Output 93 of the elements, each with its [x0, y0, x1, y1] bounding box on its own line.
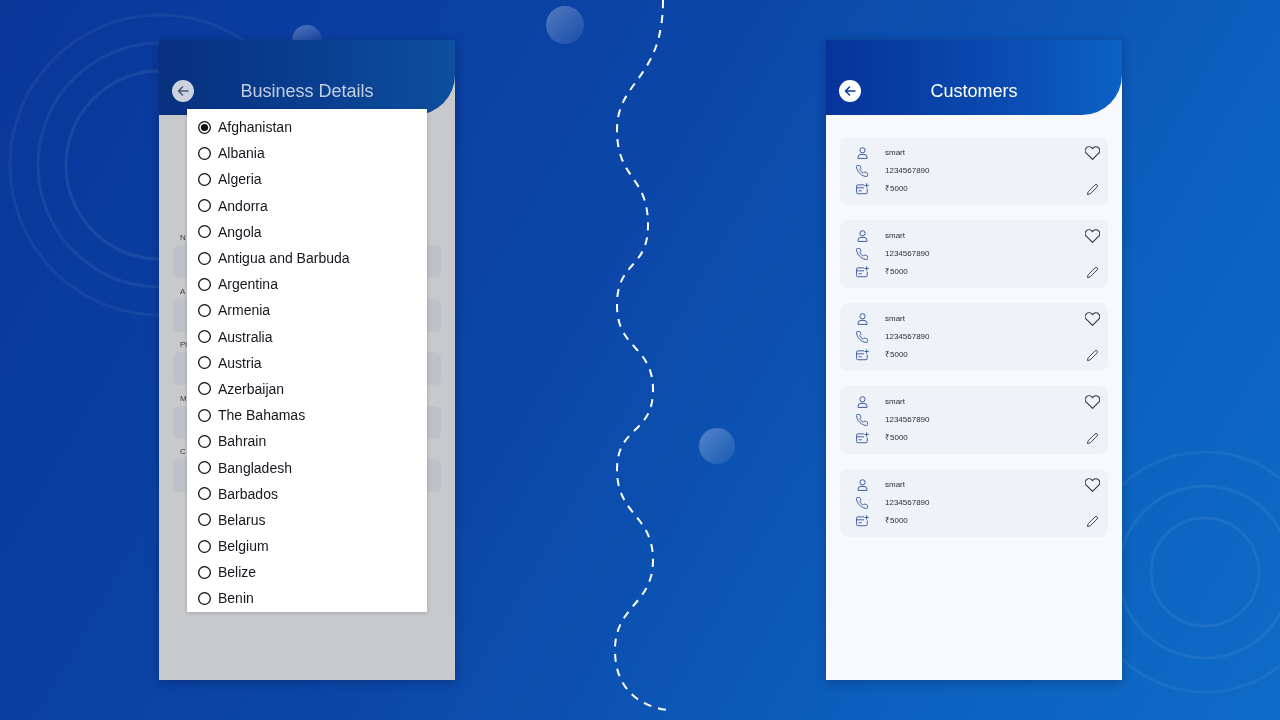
radio-icon[interactable]	[197, 565, 211, 579]
customer-card[interactable]: smart 1234567890 ₹5000	[840, 303, 1108, 371]
screen-title: Customers	[930, 80, 1018, 102]
radio-icon[interactable]	[197, 434, 211, 448]
radio-icon[interactable]	[197, 120, 211, 134]
country-option[interactable]: Afghanistan	[187, 114, 427, 141]
heart-icon[interactable]	[1084, 146, 1100, 160]
radio-icon[interactable]	[197, 225, 211, 239]
customer-card[interactable]: smart 1234567890 ₹5000	[840, 386, 1108, 454]
amount-text: ₹5000	[885, 350, 908, 360]
decor-bubble	[292, 25, 322, 40]
country-option[interactable]: Algeria	[187, 166, 427, 193]
customer-name: smart	[885, 148, 905, 158]
country-option[interactable]: Bahrain	[187, 428, 427, 455]
radio-icon[interactable]	[197, 172, 211, 186]
country-option[interactable]: Benin	[187, 585, 427, 612]
person-icon	[856, 479, 868, 491]
country-option[interactable]: Argentina	[187, 271, 427, 298]
pencil-icon[interactable]	[1086, 515, 1098, 527]
wallet-icon	[855, 515, 869, 527]
wallet-icon	[855, 432, 869, 444]
country-option[interactable]: Azerbaijan	[187, 375, 427, 403]
radio-icon[interactable]	[197, 199, 211, 213]
country-option[interactable]: Angola	[187, 218, 427, 245]
country-option[interactable]: Andorra	[187, 192, 427, 219]
form-label: N	[180, 233, 186, 243]
customer-card[interactable]: smart 1234567890 ₹5000	[840, 469, 1108, 537]
country-option[interactable]: The Bahamas	[187, 402, 427, 429]
country-option[interactable]: Barbados	[187, 480, 427, 507]
wallet-icon	[855, 349, 869, 361]
country-option[interactable]: Belize	[187, 559, 427, 586]
phone-number: 1234567890	[885, 166, 930, 176]
person-icon	[856, 147, 868, 159]
radio-icon[interactable]	[197, 146, 211, 160]
form-label: C	[180, 447, 186, 457]
country-option[interactable]: Belgium	[187, 533, 427, 560]
decor-bubble	[699, 428, 735, 464]
person-icon	[856, 230, 868, 242]
pencil-icon[interactable]	[1086, 183, 1098, 195]
person-icon	[856, 396, 868, 408]
form-label: Pl	[180, 340, 188, 350]
pencil-icon[interactable]	[1086, 266, 1098, 278]
radio-icon[interactable]	[197, 382, 211, 396]
form-label: M	[180, 393, 187, 404]
country-option[interactable]: Australia	[187, 323, 427, 350]
screen-title: Business Details	[240, 80, 374, 102]
form-label: A	[180, 286, 186, 297]
country-option[interactable]: Antigua and Barbuda	[187, 244, 427, 272]
heart-icon[interactable]	[1084, 229, 1100, 243]
radio-icon[interactable]	[197, 408, 211, 422]
country-option[interactable]: Belarus	[187, 506, 427, 533]
pencil-icon[interactable]	[1086, 349, 1098, 361]
phone-number: 1234567890	[885, 498, 930, 508]
country-option[interactable]: Bangladesh	[187, 454, 427, 481]
country-option[interactable]: Albania	[187, 140, 427, 167]
pencil-icon[interactable]	[1086, 432, 1098, 444]
heart-icon[interactable]	[1084, 478, 1100, 492]
radio-icon[interactable]	[197, 356, 211, 370]
wallet-icon	[855, 266, 869, 278]
country-option[interactable]: Austria	[187, 349, 427, 376]
country-option[interactable]: Armenia	[187, 297, 427, 324]
phone-icon	[856, 331, 868, 343]
wallet-icon	[855, 183, 869, 195]
phone-number: 1234567890	[885, 249, 930, 259]
radio-icon[interactable]	[197, 487, 211, 501]
person-icon	[856, 313, 868, 325]
phone-icon	[856, 497, 868, 509]
amount-text: ₹5000	[885, 516, 908, 526]
customer-name: smart	[885, 397, 905, 407]
decor-bubble	[546, 6, 584, 44]
heart-icon[interactable]	[1084, 312, 1100, 326]
customer-name: smart	[885, 314, 905, 324]
customer-card[interactable]: smart 1234567890 ₹5000	[840, 137, 1108, 205]
phone-number: 1234567890	[885, 415, 930, 425]
radio-icon[interactable]	[197, 277, 211, 291]
customer-name: smart	[885, 480, 905, 490]
radio-icon[interactable]	[197, 539, 211, 553]
radio-icon[interactable]	[197, 330, 211, 344]
radio-icon[interactable]	[197, 251, 211, 265]
amount-text: ₹5000	[885, 184, 908, 194]
phone-number: 1234567890	[885, 332, 930, 342]
phone-icon	[856, 165, 868, 177]
customer-name: smart	[885, 231, 905, 241]
radio-icon[interactable]	[197, 461, 211, 475]
phone-icon	[856, 248, 868, 260]
amount-text: ₹5000	[885, 433, 908, 443]
amount-text: ₹5000	[885, 267, 908, 277]
phone-icon	[856, 414, 868, 426]
radio-icon[interactable]	[197, 591, 211, 605]
radio-icon[interactable]	[197, 303, 211, 317]
heart-icon[interactable]	[1084, 395, 1100, 409]
customer-card[interactable]: smart 1234567890 ₹5000	[840, 220, 1108, 288]
radio-icon[interactable]	[197, 513, 211, 527]
